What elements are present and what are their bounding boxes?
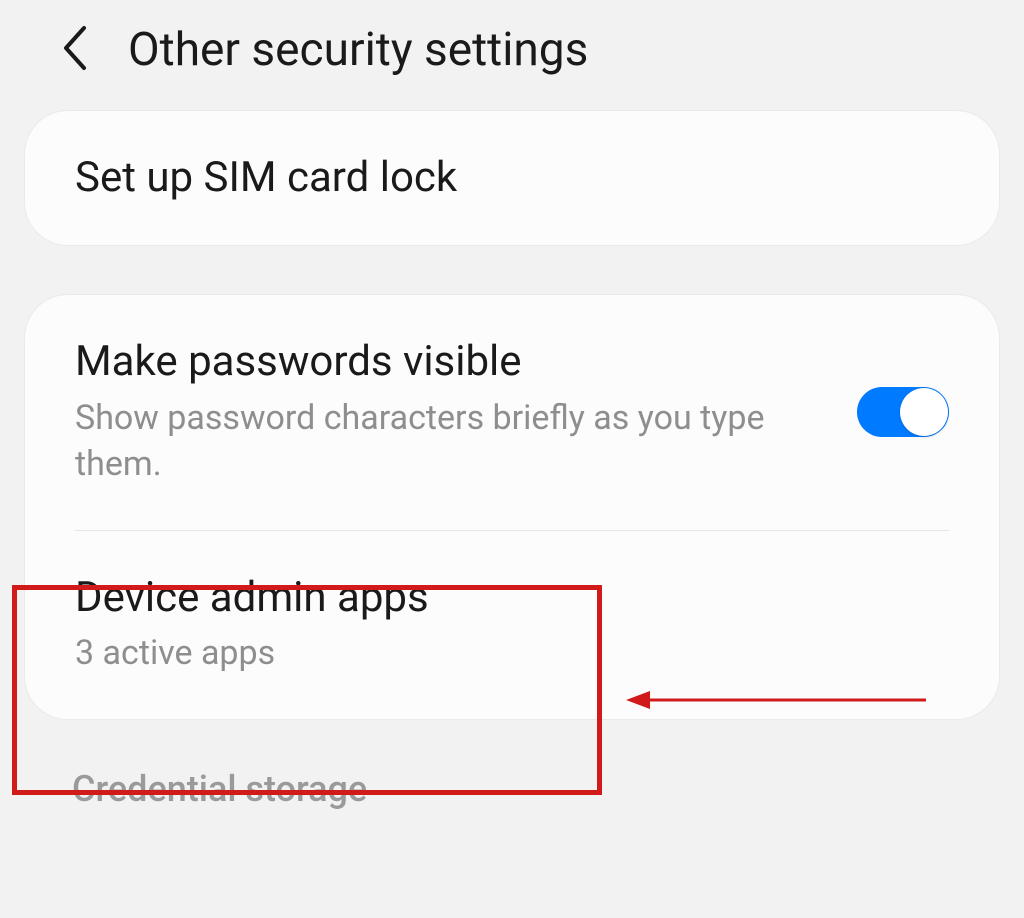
credential-storage-heading: Credential storage — [0, 768, 1024, 834]
sim-card-lock-title: Set up SIM card lock — [75, 153, 949, 203]
security-options-section: Make passwords visible Show password cha… — [24, 294, 1000, 719]
device-admin-item[interactable]: Device admin apps 3 active apps — [25, 531, 999, 719]
sim-card-lock-item[interactable]: Set up SIM card lock — [25, 111, 999, 245]
device-admin-subtitle: 3 active apps — [75, 631, 949, 677]
passwords-visible-text: Make passwords visible Show password cha… — [75, 337, 857, 487]
passwords-visible-toggle[interactable] — [857, 387, 949, 437]
back-icon[interactable] — [60, 24, 88, 76]
device-admin-title: Device admin apps — [75, 573, 949, 623]
toggle-knob — [900, 388, 948, 436]
sim-card-section: Set up SIM card lock — [24, 110, 1000, 246]
passwords-visible-desc: Show password characters briefly as you … — [75, 396, 817, 488]
passwords-visible-title: Make passwords visible — [75, 337, 817, 387]
header: Other security settings — [0, 0, 1024, 110]
passwords-visible-item[interactable]: Make passwords visible Show password cha… — [25, 295, 999, 529]
page-title: Other security settings — [128, 23, 588, 77]
